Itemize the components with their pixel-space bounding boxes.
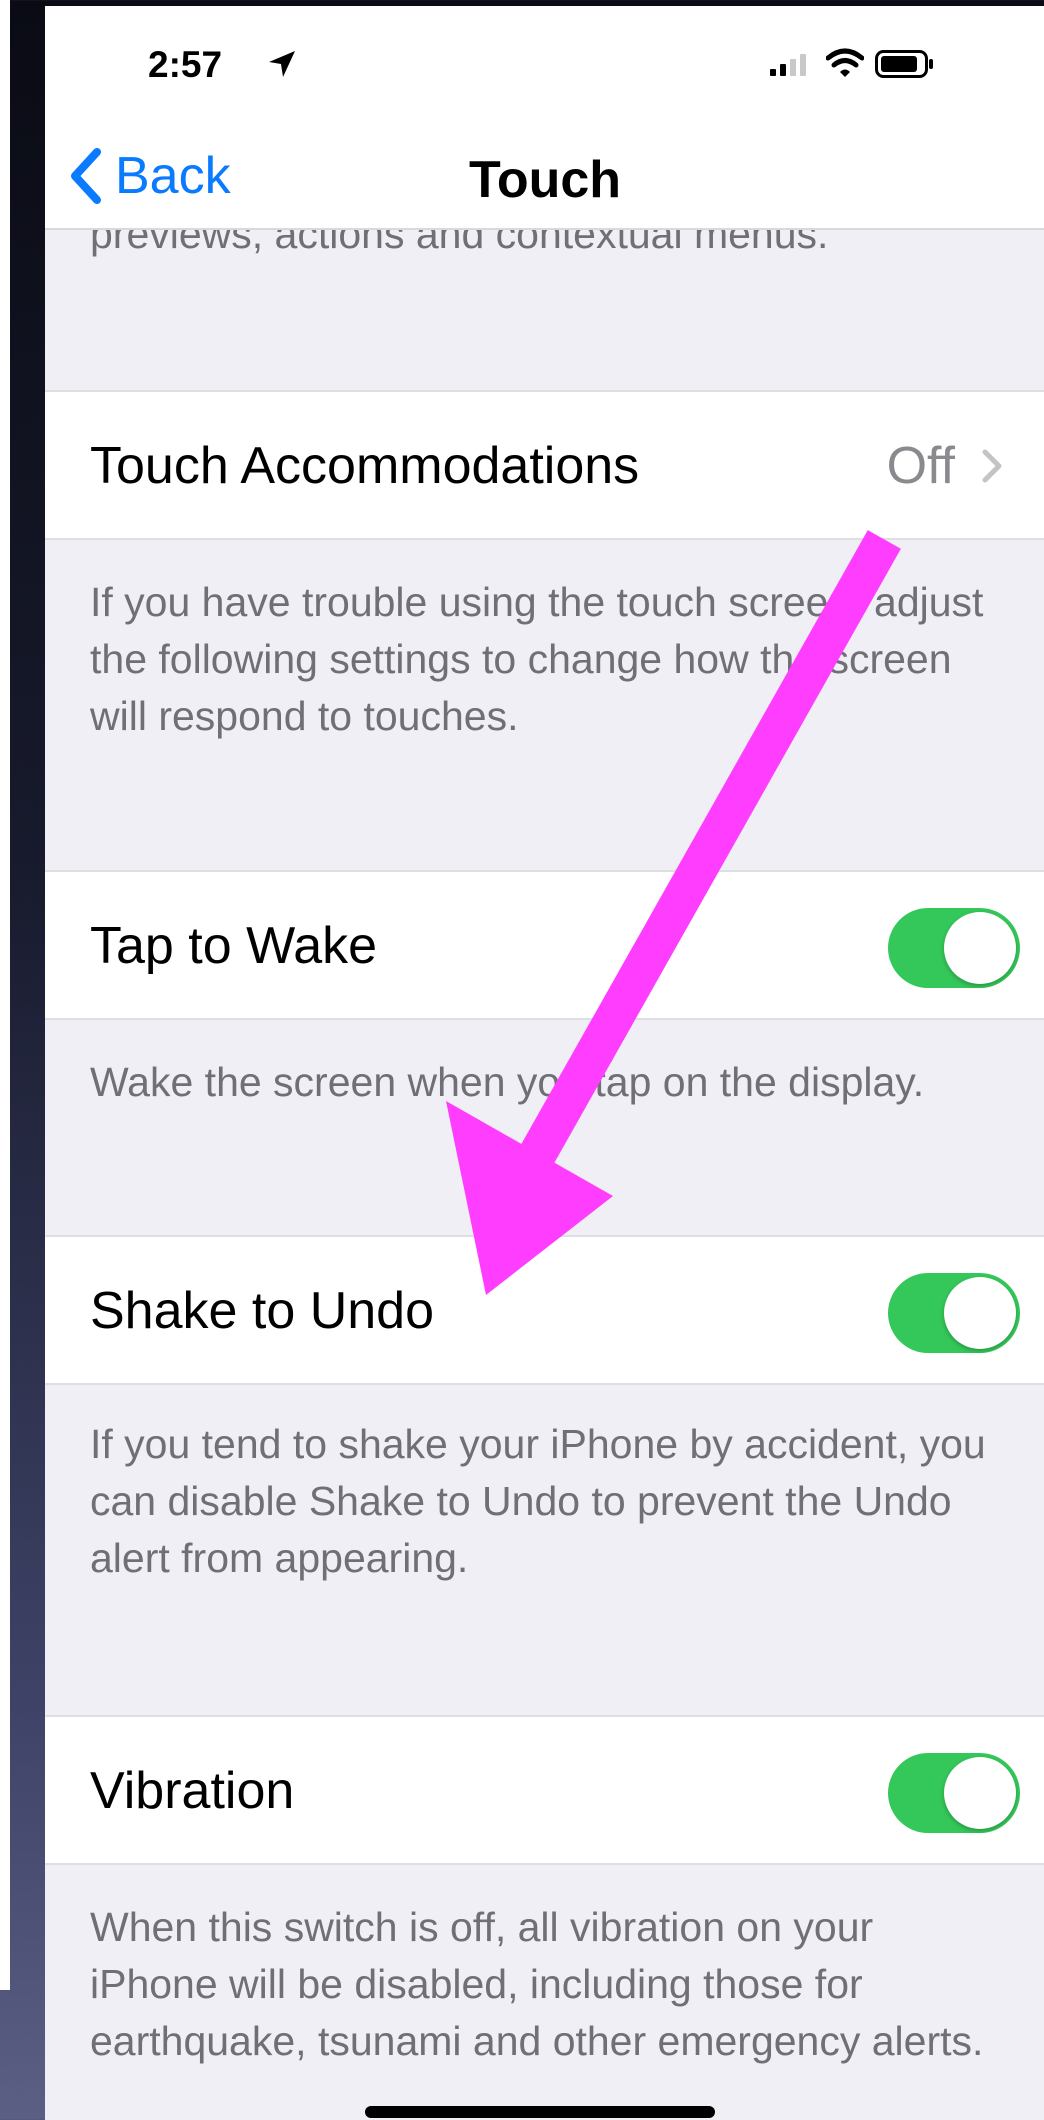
tap-to-wake-footer: Wake the screen when you tap on the disp… (90, 1059, 925, 1105)
toggle-knob (944, 912, 1016, 984)
tap-to-wake-toggle[interactable] (888, 908, 1020, 988)
navigation-bar: Back Touch (45, 126, 1044, 230)
toggle-knob (944, 1277, 1016, 1349)
page-title: Touch (468, 151, 622, 209)
battery-icon (875, 50, 933, 78)
vibration-toggle[interactable] (888, 1753, 1020, 1833)
shake-to-undo-row: Shake to Undo (45, 1235, 1044, 1385)
tap-to-wake-row: Tap to Wake (45, 870, 1044, 1020)
shake-to-undo-label: Shake to Undo (90, 1282, 435, 1340)
vibration-row: Vibration (45, 1715, 1044, 1865)
status-bar: 2:57 (45, 6, 1044, 126)
touch-accommodations-footer: If you have trouble using the touch scre… (90, 579, 984, 739)
toggle-knob (944, 1757, 1016, 1829)
touch-accommodations-label: Touch Accommodations (90, 437, 640, 495)
cellular-signal-icon (770, 54, 806, 76)
vibration-footer: When this switch is off, all vibration o… (90, 1904, 984, 2064)
tap-to-wake-label: Tap to Wake (90, 917, 378, 975)
chevron-right-icon (982, 449, 1002, 483)
location-arrow-icon (269, 51, 295, 77)
iphone-screen: previews, actions and contextual menus. … (45, 6, 1044, 2120)
wifi-icon (826, 48, 864, 77)
status-time: 2:57 (148, 44, 223, 85)
shake-to-undo-footer: If you tend to shake your iPhone by acci… (90, 1421, 986, 1581)
vibration-label: Vibration (90, 1762, 295, 1820)
home-indicator (365, 2106, 715, 2118)
background-window-edge (0, 0, 10, 1990)
touch-accommodations-row[interactable]: Touch Accommodations Off (45, 390, 1044, 540)
shake-to-undo-toggle[interactable] (888, 1273, 1020, 1353)
touch-accommodations-value: Off (886, 437, 955, 495)
